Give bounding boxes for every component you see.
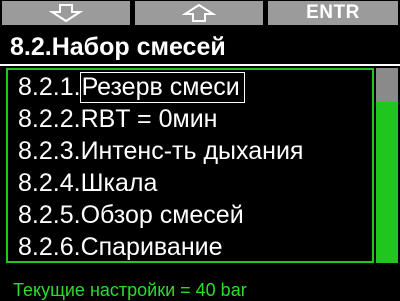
menu-item-number: 8.2.3. bbox=[18, 137, 81, 165]
menu-item-gas-reserve[interactable]: 8.2.1.Резерв смеси bbox=[18, 71, 245, 104]
menu-item-rbt[interactable]: 8.2.2.RBT = 0мин bbox=[18, 103, 217, 136]
menu-scrollbar[interactable] bbox=[376, 68, 398, 263]
arrow-down-icon bbox=[49, 3, 83, 23]
menu-list: 8.2.1.Резерв смеси 8.2.2.RBT = 0мин 8.2.… bbox=[6, 68, 374, 263]
menu-item-number: 8.2.1. bbox=[18, 73, 81, 101]
menu-item-scale[interactable]: 8.2.4.Шкала bbox=[18, 167, 157, 200]
title-divider bbox=[0, 64, 400, 66]
arrow-up-icon bbox=[182, 3, 216, 23]
menu-item-breathing-rate[interactable]: 8.2.3.Интенс-ть дыхания bbox=[18, 135, 303, 168]
softkey-bar: ENTR bbox=[0, 0, 400, 26]
enter-softkey-label: ENTR bbox=[306, 2, 360, 23]
menu-item-number: 8.2.2. bbox=[18, 105, 81, 133]
menu-item-number: 8.2.6. bbox=[18, 233, 81, 261]
current-setting-status: Текущие настройки = 40 bar bbox=[13, 280, 247, 300]
up-softkey-button[interactable] bbox=[135, 1, 263, 25]
menu-item-label: Резерв смеси bbox=[79, 72, 245, 103]
menu-item-pairing[interactable]: 8.2.6.Спаривание bbox=[18, 231, 223, 264]
page-title: 8.2.Набор смесей bbox=[10, 33, 226, 61]
enter-softkey-button[interactable]: ENTR bbox=[268, 1, 398, 25]
menu-item-number: 8.2.4. bbox=[18, 169, 81, 197]
menu-item-label: Шкала bbox=[80, 169, 158, 197]
scrollbar-thumb[interactable] bbox=[376, 68, 398, 102]
menu-item-label: Спаривание bbox=[80, 233, 223, 261]
down-softkey-button[interactable] bbox=[2, 1, 130, 25]
menu-item-label: Обзор смесей bbox=[80, 201, 244, 229]
menu-item-label: RBT = 0мин bbox=[80, 105, 218, 133]
menu-item-number: 8.2.5. bbox=[18, 201, 81, 229]
menu-item-label: Интенс-ть дыхания bbox=[80, 137, 304, 165]
menu-item-gas-overview[interactable]: 8.2.5.Обзор смесей bbox=[18, 199, 244, 232]
